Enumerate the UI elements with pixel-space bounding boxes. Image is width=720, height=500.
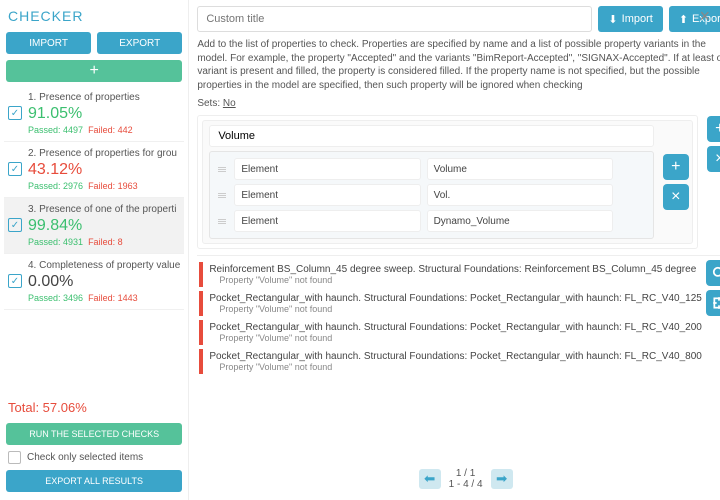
property-row[interactable]: Element Vol. (216, 184, 613, 206)
error-sub: Property "Volume" not found (209, 362, 702, 372)
remove-row-button[interactable]: × (663, 184, 689, 210)
close-icon[interactable]: × (699, 6, 710, 27)
failed-count: Failed: 442 (88, 125, 133, 135)
add-group-button[interactable]: + (707, 116, 720, 142)
download-icon: ⬇ (608, 13, 617, 26)
check-checkbox[interactable]: ✓ (8, 218, 22, 232)
error-item[interactable]: Pocket_Rectangular_with haunch. Structur… (199, 320, 720, 345)
error-sub: Property "Volume" not found (209, 333, 702, 343)
property-type[interactable]: Element (234, 158, 420, 180)
add-check-button[interactable]: + (6, 60, 182, 82)
passed-count: Passed: 4931 (28, 237, 83, 247)
passed-count: Passed: 2976 (28, 181, 83, 191)
locate-error-button[interactable] (706, 290, 720, 316)
custom-title-input[interactable] (197, 6, 592, 32)
drag-handle-icon[interactable] (216, 158, 228, 180)
add-row-button[interactable]: + (663, 154, 689, 180)
check-only-checkbox[interactable] (8, 451, 21, 464)
check-item[interactable]: ✓ 3. Presence of one of the properti 99.… (4, 198, 184, 254)
error-item[interactable]: Reinforcement BS_Column_45 degree sweep.… (199, 262, 720, 287)
check-name: 1. Presence of properties (28, 92, 180, 103)
check-name: 2. Presence of properties for grou (28, 148, 180, 159)
error-sub: Property "Volume" not found (209, 275, 702, 285)
export-all-button[interactable]: EXPORT ALL RESULTS (6, 470, 182, 492)
right-import-button[interactable]: ⬇Import (598, 6, 662, 32)
check-item[interactable]: ✓ 2. Presence of properties for grou 43.… (4, 142, 184, 198)
right-export-button[interactable]: ⬆Export (669, 6, 720, 32)
check-checkbox[interactable]: ✓ (8, 274, 22, 288)
failed-count: Failed: 1963 (88, 181, 138, 191)
property-row[interactable]: Element Volume (216, 158, 613, 180)
app-title: CHECKER (8, 8, 83, 24)
sets-value[interactable]: No (223, 98, 236, 109)
property-name[interactable]: Volume (427, 158, 613, 180)
failed-count: Failed: 1443 (88, 293, 138, 303)
drag-handle-icon[interactable] (216, 210, 228, 232)
pager-page: 1 / 1 (456, 468, 475, 479)
check-percent: 43.12% (28, 161, 180, 179)
check-name: 3. Presence of one of the properti (28, 204, 180, 215)
check-percent: 91.05% (28, 105, 180, 123)
failed-count: Failed: 8 (88, 237, 123, 247)
property-type[interactable]: Element (234, 184, 420, 206)
remove-group-button[interactable]: × (707, 146, 720, 172)
pager-prev-button[interactable]: ⬅ (419, 469, 441, 489)
sets-label: Sets: (197, 98, 220, 109)
check-checkbox[interactable]: ✓ (8, 162, 22, 176)
error-list: Reinforcement BS_Column_45 degree sweep.… (197, 260, 720, 464)
left-import-button[interactable]: IMPORT (6, 32, 91, 54)
pager-range: 1 - 4 / 4 (449, 479, 483, 490)
checks-list: ✓ 1. Presence of properties 91.05% Passe… (4, 86, 184, 394)
property-type[interactable]: Element (234, 210, 420, 232)
check-percent: 99.84% (28, 217, 180, 235)
check-checkbox[interactable]: ✓ (8, 106, 22, 120)
passed-count: Passed: 3496 (28, 293, 83, 303)
check-item[interactable]: ✓ 1. Presence of properties 91.05% Passe… (4, 86, 184, 142)
check-item[interactable]: ✓ 4. Completeness of property value 0.00… (4, 254, 184, 310)
total-label: Total: 57.06% (4, 394, 184, 421)
error-sub: Property "Volume" not found (209, 304, 702, 314)
property-name[interactable]: Dynamo_Volume (427, 210, 613, 232)
pager-next-button[interactable]: ➡ (491, 469, 513, 489)
passed-count: Passed: 4497 (28, 125, 83, 135)
group-title[interactable]: Volume (209, 125, 654, 147)
left-export-button[interactable]: EXPORT (97, 32, 182, 54)
error-main: Pocket_Rectangular_with haunch. Structur… (209, 351, 702, 362)
check-percent: 0.00% (28, 273, 180, 291)
upload-icon: ⬆ (679, 13, 688, 26)
error-item[interactable]: Pocket_Rectangular_with haunch. Structur… (199, 349, 720, 374)
check-only-label: Check only selected items (27, 452, 143, 463)
check-name: 4. Completeness of property value (28, 260, 180, 271)
search-error-button[interactable] (706, 260, 720, 286)
error-main: Pocket_Rectangular_with haunch. Structur… (209, 322, 702, 333)
description-text: Add to the list of properties to check. … (197, 38, 720, 92)
property-area: + × Volume + × Element Volume Element Vo… (197, 115, 698, 249)
error-item[interactable]: Pocket_Rectangular_with haunch. Structur… (199, 291, 720, 316)
property-name[interactable]: Vol. (427, 184, 613, 206)
run-checks-button[interactable]: RUN THE SELECTED CHECKS (6, 423, 182, 445)
property-row[interactable]: Element Dynamo_Volume (216, 210, 613, 232)
drag-handle-icon[interactable] (216, 184, 228, 206)
error-main: Reinforcement BS_Column_45 degree sweep.… (209, 264, 702, 275)
error-main: Pocket_Rectangular_with haunch. Structur… (209, 293, 702, 304)
